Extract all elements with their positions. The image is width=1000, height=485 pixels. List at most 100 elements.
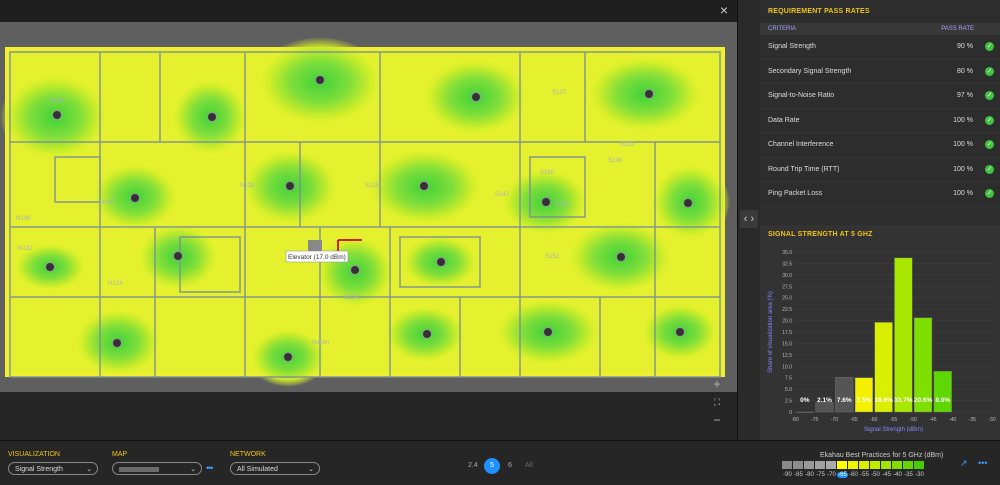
visualization-value: Signal Strength: [15, 466, 63, 473]
visualization-label: VISUALIZATION: [8, 451, 60, 458]
room-label: N140: [100, 200, 115, 206]
external-link-icon[interactable]: ↗: [960, 458, 968, 469]
x-tick-label: -50: [910, 417, 917, 423]
map-more-button[interactable]: •••: [206, 463, 214, 473]
y-tick-label: 30.0: [782, 273, 792, 279]
y-tick-label: 22.5: [782, 307, 792, 313]
legend-swatch: [914, 461, 924, 469]
zoom-in-button[interactable]: +: [710, 377, 724, 391]
chart-bar: [933, 371, 952, 413]
legend-value: -90: [783, 472, 792, 478]
heatmap-floorplan[interactable]: N134 N140 N132 N129 S125 S127 S129 S136 …: [0, 22, 737, 392]
elevator-tooltip: Elevator (17.0 dBm): [288, 254, 346, 261]
requirement-row[interactable]: Data Rate 100 % ✓: [760, 109, 1000, 133]
y-tick-label: 5.0: [785, 387, 792, 393]
band-2-4-button[interactable]: 2.4: [468, 462, 478, 469]
legend-swatch: [826, 461, 836, 469]
more-options-button[interactable]: •••: [978, 458, 987, 468]
requirement-row[interactable]: Secondary Signal Strength 80 % ✓: [760, 60, 1000, 84]
legend-swatch: [815, 461, 825, 469]
bar-data-label: 2.1%: [817, 397, 832, 404]
room-label: N136: [16, 216, 31, 222]
room-label: S127: [552, 90, 567, 96]
bar-data-label: 7.6%: [837, 397, 852, 404]
x-tick-label: -60: [870, 417, 877, 423]
room-label: Nation: [312, 340, 329, 346]
bar-data-label: 20.6%: [914, 397, 933, 404]
legend-swatch: [870, 461, 880, 469]
y-tick-label: 12.5: [782, 353, 792, 359]
y-axis-title: Share of visualization area (%): [768, 291, 774, 373]
y-tick-label: 20.0: [782, 319, 792, 325]
requirement-value: 80 %: [957, 67, 973, 75]
x-tick-label: -30: [988, 417, 995, 423]
legend-value: -80: [805, 472, 814, 478]
legend-value: -65: [837, 472, 848, 478]
check-icon: ✓: [985, 164, 994, 174]
room-label: N129: [240, 183, 255, 189]
requirement-row[interactable]: Signal-to-Noise Ratio 97 % ✓: [760, 84, 1000, 109]
x-tick-label: -40: [949, 417, 956, 423]
legend-swatch: [782, 461, 792, 469]
chart-bar: [854, 377, 873, 413]
legend-swatches: [782, 461, 925, 469]
x-tick-label: -55: [890, 417, 897, 423]
room-label: S147: [495, 192, 510, 198]
requirement-row[interactable]: Channel Interference 100 % ✓: [760, 133, 1000, 158]
legend-value: -70: [827, 472, 836, 478]
requirement-row[interactable]: Ping Packet Loss 100 % ✓: [760, 182, 1000, 207]
bar-data-label: 7.5%: [857, 397, 872, 404]
legend-values: -90 -85 -80 -75 -70 -65 -60 -55 -50 -45 -40 -35 -30: [782, 472, 925, 478]
room-label: S150: [540, 170, 555, 176]
requirement-value: 100 %: [953, 190, 973, 198]
right-panel: REQUIREMENT PASS RATES CRITERIA PASS RAT…: [760, 0, 1000, 440]
legend-value: -55: [860, 472, 869, 478]
check-icon: ✓: [985, 115, 994, 125]
pass-rate-header: PASS RATE: [941, 26, 974, 32]
network-label: NETWORK: [230, 451, 266, 458]
requirement-name: Channel Interference: [768, 141, 834, 149]
legend-value: -60: [849, 472, 858, 478]
legend-swatch: [881, 461, 891, 469]
signal-chart-title: SIGNAL STRENGTH AT 5 GHZ: [768, 231, 873, 238]
fit-view-icon[interactable]: ⛶: [710, 395, 724, 409]
requirements-header: CRITERIA PASS RATE: [760, 23, 1000, 35]
bar-data-label: 33.7%: [894, 397, 913, 404]
x-axis-title: Signal Strength (dBm): [864, 427, 923, 433]
requirement-value: 100 %: [953, 141, 973, 149]
legend-value: -35: [904, 472, 913, 478]
requirement-row[interactable]: Round Trip Time (RTT) 100 % ✓: [760, 158, 1000, 182]
chart-bar: [894, 257, 913, 413]
visualization-dropdown[interactable]: Signal Strength ⌄: [8, 462, 98, 475]
room-label: S136: [608, 158, 623, 164]
requirement-name: Round Trip Time (RTT): [768, 165, 840, 173]
floorplan-map-area[interactable]: × N134 N140 N132 N129 S125 S127 S129 S13…: [0, 0, 737, 440]
y-tick-label: 10.0: [782, 364, 792, 370]
band-all-button[interactable]: All: [525, 462, 533, 469]
y-tick-label: 35.0: [782, 250, 792, 256]
requirement-value: 100 %: [953, 165, 973, 173]
check-icon: ✓: [985, 66, 994, 76]
legend-swatch: [903, 461, 913, 469]
panel-divider: ‹ ›: [737, 0, 761, 440]
check-icon: ✓: [985, 189, 994, 199]
room-label: S129: [620, 142, 635, 148]
close-icon[interactable]: ×: [717, 3, 731, 17]
requirement-row[interactable]: Signal Strength 90 % ✓: [760, 35, 1000, 60]
chevron-down-icon: ⌄: [86, 466, 92, 473]
band-5-button[interactable]: 5: [484, 458, 500, 474]
room-label: N132: [18, 246, 33, 252]
requirements-list: Signal Strength 90 % ✓ Secondary Signal St…: [760, 35, 1000, 207]
y-tick-label: 17.5: [782, 330, 792, 336]
signal-strength-chart[interactable]: 0 2.5 5.0 7.5 10.0 12.5 15.0 17.5 20.0 22.5 25.0 27…: [760, 244, 1000, 439]
y-tick-label: 2.5: [785, 399, 792, 405]
zoom-out-button[interactable]: −: [710, 413, 724, 427]
collapse-panel-button[interactable]: ‹ ›: [740, 210, 758, 228]
network-dropdown[interactable]: All Simulated ⌄: [230, 462, 320, 475]
map-label: MAP: [112, 451, 128, 458]
chart-bar: [835, 377, 854, 413]
legend-swatch: [793, 461, 803, 469]
requirement-name: Ping Packet Loss: [768, 190, 823, 198]
band-6-button[interactable]: 6: [508, 462, 512, 469]
map-dropdown[interactable]: ⌄: [112, 462, 202, 475]
